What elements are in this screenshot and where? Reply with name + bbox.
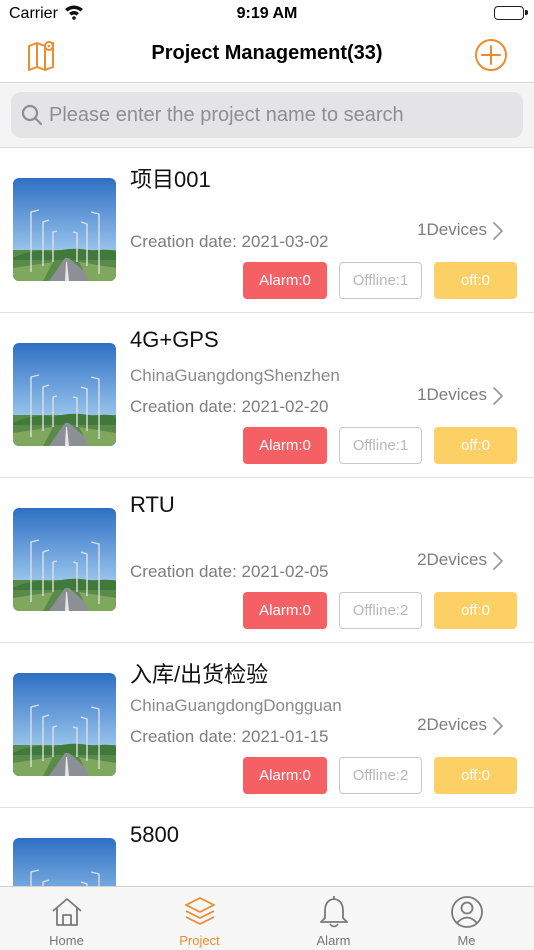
add-project-icon[interactable] xyxy=(474,38,508,72)
device-count[interactable]: 1Devices xyxy=(417,220,487,240)
status-bar: Carrier 9:19 AM xyxy=(0,0,534,28)
offline-badge: Offline:2 xyxy=(339,592,422,629)
project-thumbnail xyxy=(13,508,116,611)
tab-home-label: Home xyxy=(49,933,84,948)
project-name: 项目001 xyxy=(130,167,211,192)
off-badge: off:0 xyxy=(434,427,517,464)
tab-project-label: Project xyxy=(179,933,220,948)
tab-me[interactable]: Me xyxy=(400,887,533,950)
offline-badge: Offline:1 xyxy=(339,262,422,299)
project-row[interactable]: RTU Creation date: 2021-02-05 2Devices Alar… xyxy=(0,478,534,643)
project-name: 4G+GPS xyxy=(130,327,219,352)
project-creation-date: Creation date: 2021-01-15 xyxy=(130,727,329,746)
project-management-screen: Carrier 9:19 AM Project Management(33) P… xyxy=(0,0,534,950)
offline-badge: Offline:1 xyxy=(339,427,422,464)
project-row[interactable]: 项目001 Creation date: 2021-03-02 1Devices Al… xyxy=(0,148,534,313)
project-thumbnail xyxy=(13,673,116,776)
project-row[interactable]: 5800 xyxy=(0,808,534,886)
alarm-badge: Alarm:0 xyxy=(243,592,327,629)
user-icon xyxy=(450,895,484,929)
chevron-right-icon xyxy=(492,221,504,241)
device-count[interactable]: 1Devices xyxy=(417,385,487,405)
offline-badge: Offline:2 xyxy=(339,757,422,794)
project-row[interactable]: 入库/出货检验 ChinaGuangdongDongguan Creation da… xyxy=(0,643,534,808)
search-input[interactable] xyxy=(49,92,509,138)
alarm-badge: Alarm:0 xyxy=(243,427,327,464)
project-thumbnail xyxy=(13,343,116,446)
tab-me-label: Me xyxy=(457,933,476,948)
battery-icon xyxy=(494,6,528,20)
project-name: RTU xyxy=(130,492,175,517)
device-count[interactable]: 2Devices xyxy=(417,715,487,735)
search-field[interactable] xyxy=(11,92,523,138)
navigation-bar: Project Management(33) xyxy=(0,28,534,83)
tab-project[interactable]: Project xyxy=(133,887,266,950)
clock-label: 9:19 AM xyxy=(236,5,298,22)
layers-icon xyxy=(183,895,217,929)
home-icon xyxy=(50,895,84,929)
off-badge: off:0 xyxy=(434,262,517,299)
alarm-badge: Alarm:0 xyxy=(243,757,327,794)
chevron-right-icon xyxy=(492,716,504,736)
off-badge: off:0 xyxy=(434,592,517,629)
project-row[interactable]: 4G+GPS ChinaGuangdongShenzhen Creation dat… xyxy=(0,313,534,478)
chevron-right-icon xyxy=(492,386,504,406)
tab-home[interactable]: Home xyxy=(0,887,133,950)
project-creation-date: Creation date: 2021-02-20 xyxy=(130,397,329,416)
tab-alarm-label: Alarm xyxy=(316,933,351,948)
tab-alarm[interactable]: Alarm xyxy=(267,887,400,950)
project-name: 入库/出货检验 xyxy=(130,662,269,687)
search-bar xyxy=(0,84,534,148)
project-creation-date: Creation date: 2021-03-02 xyxy=(130,232,329,251)
chevron-right-icon xyxy=(492,551,504,571)
device-count[interactable]: 2Devices xyxy=(417,550,487,570)
off-badge: off:0 xyxy=(434,757,517,794)
project-name: 5800 xyxy=(130,822,179,847)
project-list[interactable]: 项目001 Creation date: 2021-03-02 1Devices Al… xyxy=(0,148,534,886)
project-location: ChinaGuangdongShenzhen xyxy=(130,366,340,385)
alarm-badge: Alarm:0 xyxy=(243,262,327,299)
project-location: ChinaGuangdongDongguan xyxy=(130,696,342,715)
bell-icon xyxy=(317,895,351,929)
tab-bar: Home Project Alarm Me xyxy=(0,886,534,950)
page-title: Project Management(33) xyxy=(151,42,383,64)
project-thumbnail xyxy=(13,178,116,281)
project-thumbnail xyxy=(13,838,116,886)
project-creation-date: Creation date: 2021-02-05 xyxy=(130,562,329,581)
search-icon xyxy=(21,104,43,126)
